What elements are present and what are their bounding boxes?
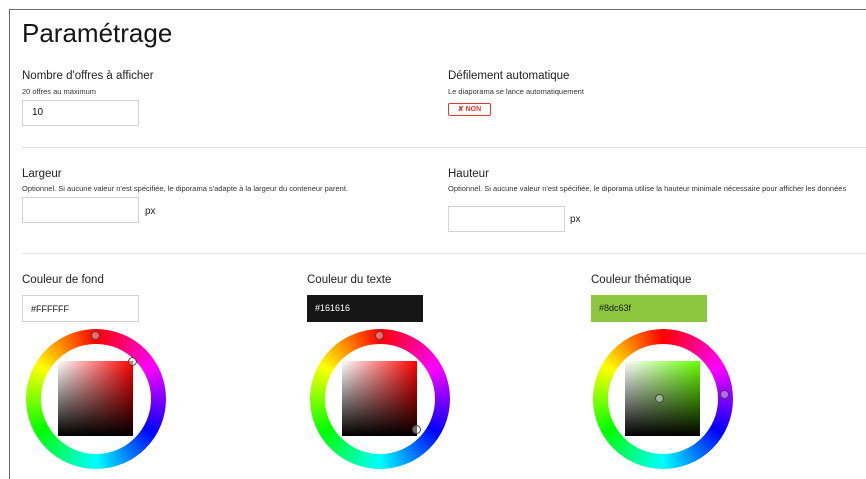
width-help: Optionnel. Si aucune valeur n'est spécif… bbox=[22, 184, 348, 193]
width-input[interactable] bbox=[22, 197, 139, 223]
bg-sv-handle[interactable] bbox=[128, 357, 137, 366]
text-sv-handle[interactable] bbox=[412, 425, 421, 434]
theme-color-input[interactable]: #8dc63f bbox=[591, 295, 707, 322]
offers-help: 20 offres au maximum bbox=[22, 87, 97, 96]
offers-label: Nombre d'offres à afficher bbox=[22, 70, 154, 82]
bg-color-square[interactable] bbox=[58, 361, 133, 436]
offers-count-input[interactable]: 10 bbox=[22, 100, 139, 126]
height-unit: px bbox=[570, 214, 581, 225]
height-input[interactable] bbox=[448, 206, 565, 232]
height-label: Hauteur bbox=[448, 168, 489, 180]
theme-sv-handle[interactable] bbox=[655, 394, 664, 403]
width-label: Largeur bbox=[22, 168, 62, 180]
theme-hue-handle[interactable] bbox=[720, 390, 729, 399]
autoscroll-help: Le diaporama se lance automatiquement bbox=[448, 87, 584, 96]
width-unit: px bbox=[145, 206, 156, 217]
theme-color-label: Couleur thématique bbox=[591, 274, 692, 286]
text-color-label: Couleur du texte bbox=[307, 274, 392, 286]
divider bbox=[22, 147, 866, 148]
divider bbox=[22, 253, 866, 254]
bg-color-label: Couleur de fond bbox=[22, 274, 104, 286]
text-hue-handle[interactable] bbox=[375, 331, 384, 340]
autoscroll-toggle[interactable]: ✘ NON bbox=[448, 103, 491, 116]
page-title: Paramétrage bbox=[22, 18, 173, 48]
bg-hue-handle[interactable] bbox=[91, 331, 100, 340]
bg-color-input[interactable]: #FFFFFF bbox=[22, 295, 139, 322]
text-color-input[interactable]: #161616 bbox=[307, 295, 423, 322]
height-help: Optionnel. Si aucune valeur n'est spécif… bbox=[448, 184, 847, 193]
text-color-square[interactable] bbox=[342, 361, 417, 436]
autoscroll-label: Défilement automatique bbox=[448, 70, 570, 82]
